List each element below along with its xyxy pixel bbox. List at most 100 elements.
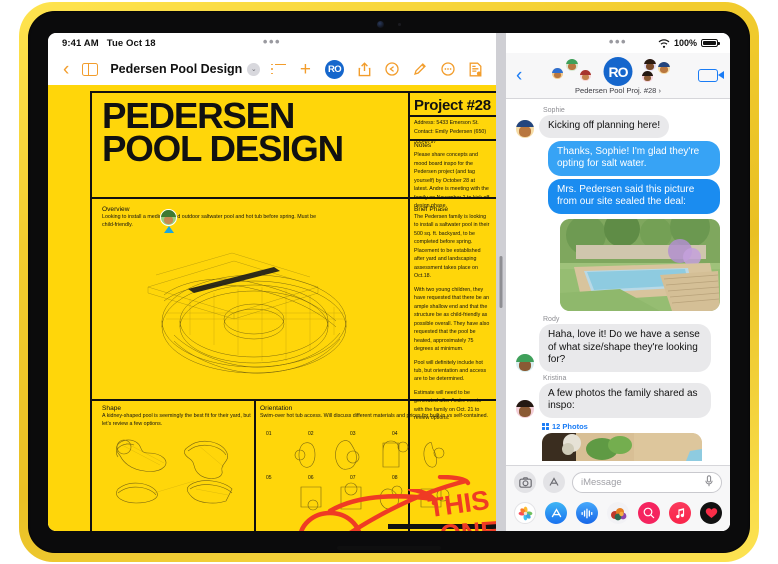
chevron-down-icon[interactable]: ⌄ [247,62,261,76]
pool-3d-wireframe-illustration [147,252,347,374]
message-bubble[interactable]: Kicking off planning here! [539,115,670,138]
avatar [641,70,654,83]
status-date: Tue Oct 18 [106,37,156,49]
microphone-icon[interactable] [705,474,713,490]
message-sender: Rody [543,315,560,323]
shape-heading: Shape [102,405,122,412]
apple-music-app-icon[interactable] [669,502,691,524]
undo-icon[interactable] [385,62,399,76]
message-row: Haha, love it! Do we have a sense of wha… [516,323,720,372]
brief-section: Brief Phase The Pedersen family is looki… [414,206,490,428]
digital-touch-app-icon[interactable] [700,502,722,524]
message-bubble[interactable]: Haha, love it! Do we have a sense of wha… [539,323,711,372]
right-status-bar: ••• 100% [506,33,730,53]
markup-pen-icon[interactable] [413,62,427,76]
split-view-grip[interactable] [499,256,503,308]
photo-attachment[interactable] [560,218,720,311]
front-camera [377,21,401,28]
avatar [516,119,534,138]
orientation-body: Swim-over hot tub access. Will discuss d… [260,413,489,419]
photos-grid-icon [542,422,549,430]
message-sender: Sophie [543,107,565,114]
brief-paragraph-2: With two young children, they have reque… [414,286,490,353]
collaborator-cursor-pointer [164,226,174,233]
avatar [551,67,564,80]
facetime-video-icon[interactable] [698,69,724,82]
overview-body: Looking to install a medium-sized outdoo… [102,214,317,229]
message-thread[interactable]: Sophie Kicking off planning here! Thanks… [506,99,730,465]
brief-paragraph-3: Pool will definitely include hot tub, bu… [414,359,487,383]
shape-body: A kidney-shaped pool is seemingly the be… [102,413,251,428]
brief-paragraph-1: The Pedersen family is looking to instal… [414,214,490,280]
divider [410,115,496,117]
group-avatar-initials: RO [603,57,633,86]
messages-back-button[interactable]: ‹ [506,66,532,85]
document-sheet: PEDERSEN POOL DESIGN Project #28 Address… [90,91,496,531]
sidebar-toggle-icon[interactable] [82,62,99,76]
document-canvas[interactable]: PEDERSEN POOL DESIGN Project #28 Address… [48,85,496,531]
overview-section: Overview Looking to install a medium-siz… [102,206,394,230]
back-button[interactable]: ‹ [56,60,76,79]
left-status-bar: 9:41 AM Tue Oct 18 ••• [48,33,496,53]
freeform-document-pane: 9:41 AM Tue Oct 18 ••• ‹ Pedersen Pool D… [48,33,496,531]
app-store-app-icon[interactable] [545,502,567,524]
more-ellipsis-icon[interactable] [441,62,455,76]
camera-lens-icon [377,21,384,28]
pool-shape-options-illustration [116,439,233,504]
music-search-app-icon[interactable] [638,502,660,524]
orientation-heading: Orientation [260,405,293,412]
split-view-divider[interactable] [495,33,506,531]
messages-pane: ••• 100% ‹ RO Pedersen Pool Proj. #28 › … [506,33,730,531]
bulleted-list-icon[interactable] [270,63,286,75]
avatar [657,61,671,75]
avatar [516,353,534,372]
home-indicator[interactable] [337,546,441,550]
memoji-stickers-app-icon[interactable] [607,502,629,524]
toolbar-actions: + RO [270,59,488,79]
headline-line-2: POOL DESIGN [102,128,344,170]
multitask-handle[interactable]: ••• [263,34,281,49]
divider [254,399,256,531]
conversation-header: ‹ RO Pedersen Pool Proj. #28 › [506,53,730,99]
ipad-screen: 9:41 AM Tue Oct 18 ••• ‹ Pedersen Pool D… [48,33,730,531]
status-time: 9:41 AM [62,37,99,49]
message-row [516,217,720,313]
group-identity[interactable]: RO Pedersen Pool Proj. #28 › [543,55,693,95]
wifi-icon [658,38,670,48]
annotation-arrow-tail [349,475,471,531]
message-composer: iMessage [506,465,730,498]
message-row: Mrs. Pedersen said this picture from our… [516,178,720,214]
app-store-icon[interactable] [543,471,565,493]
document-headline: PEDERSEN POOL DESIGN [102,97,397,166]
imessage-input[interactable]: iMessage [572,471,722,493]
message-bubble[interactable]: Mrs. Pedersen said this picture from our… [548,178,720,214]
ipad-device: 9:41 AM Tue Oct 18 ••• ‹ Pedersen Pool D… [19,2,759,562]
message-bubble[interactable]: Thanks, Sophie! I'm glad they're opting … [548,140,720,176]
brief-heading: Brief Phase [414,206,449,213]
avatar [516,399,534,418]
photos-app-icon[interactable] [514,502,536,524]
photos-count-label: 12 Photos [552,421,588,431]
multitask-handle-right[interactable]: ••• [609,34,627,49]
document-icon[interactable] [469,62,482,77]
document-title: Pedersen Pool Design [110,62,243,76]
orientation-section: Orientation Swim-over hot tub access. Wi… [260,405,490,511]
imessage-placeholder: iMessage [581,476,622,488]
message-row: Kicking off planning here! [516,115,720,138]
camera-icon[interactable] [514,471,536,493]
plus-icon[interactable]: + [300,60,311,79]
photo-collection-preview[interactable] [542,432,702,461]
share-icon[interactable] [358,61,371,77]
notes-heading: Notes [414,142,432,149]
avatar [579,69,592,82]
collaborator-avatar[interactable]: RO [324,59,344,79]
shape-section: Shape A kidney-shaped pool is seemingly … [102,405,252,504]
photos-collection-link[interactable]: 12 Photos [542,422,720,431]
project-address: Address: 5433 Emerson St. [414,120,479,126]
audio-message-app-icon[interactable] [576,502,598,524]
project-heading: Project #28 [414,97,491,114]
overview-heading: Overview [102,206,130,213]
message-bubble[interactable]: A few photos the family shared as inspo: [539,382,711,418]
avatar [565,58,579,72]
group-avatars: RO [543,55,693,86]
